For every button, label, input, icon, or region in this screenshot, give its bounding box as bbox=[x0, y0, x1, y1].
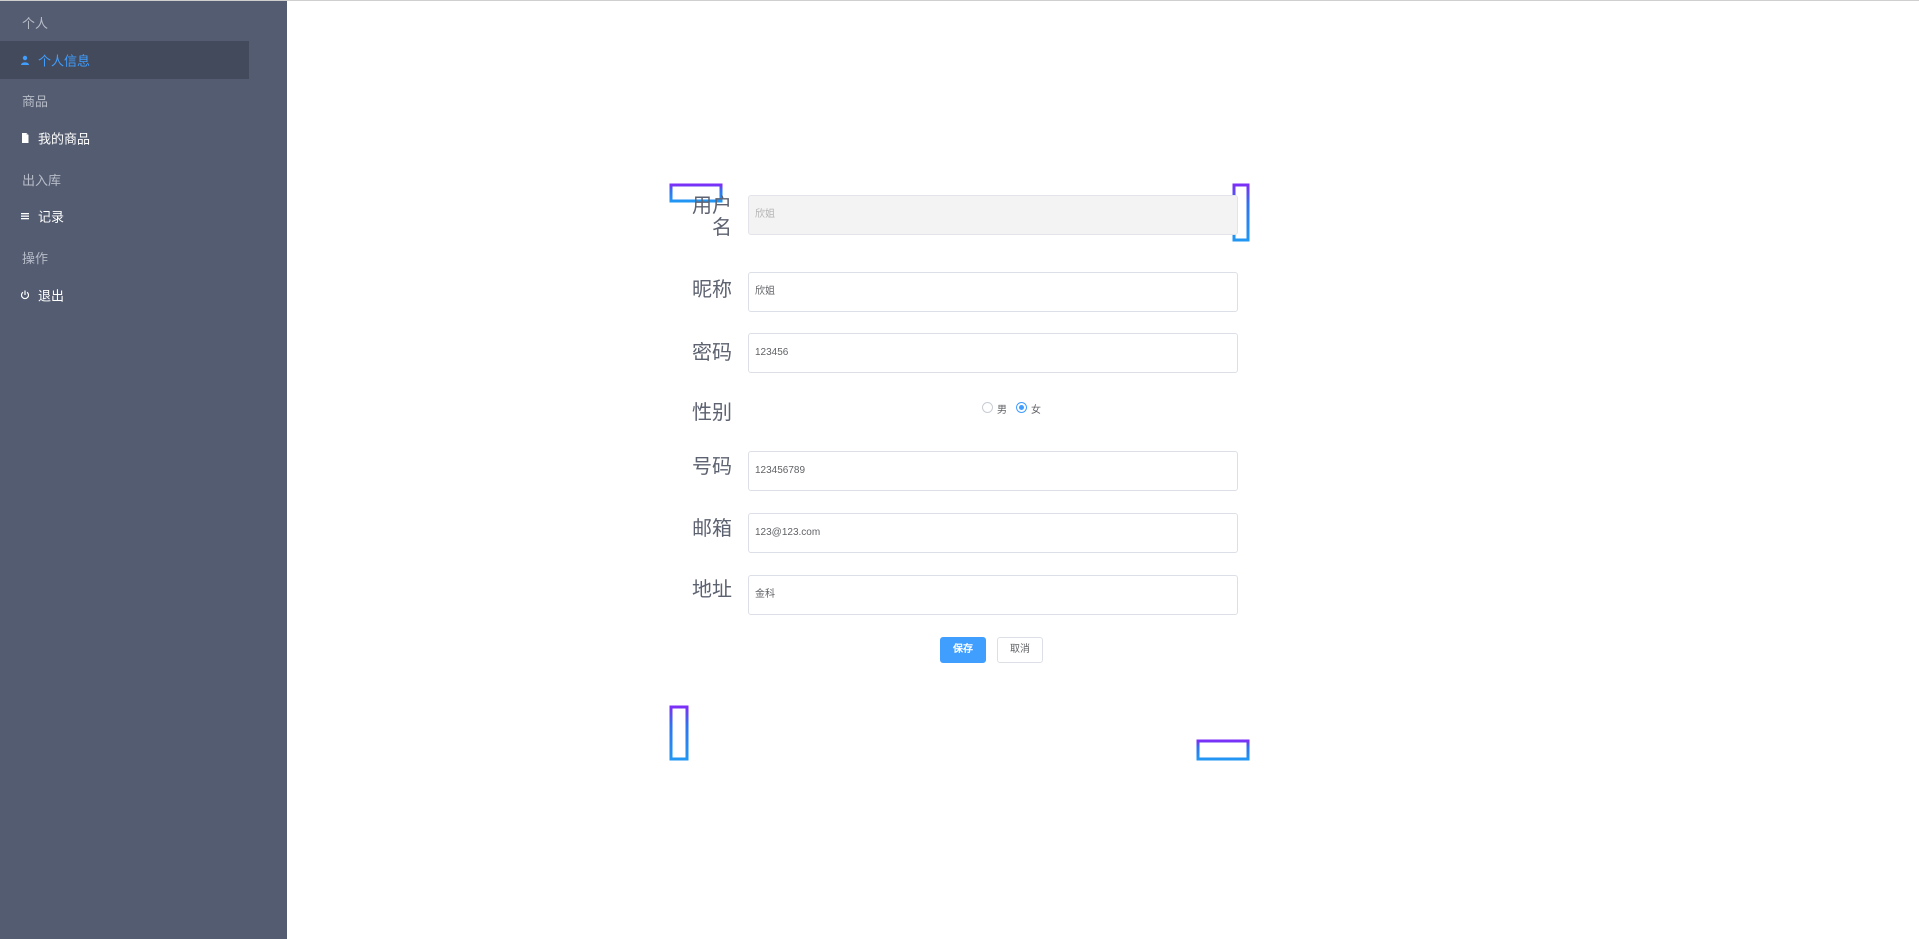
gender-row: 性别 男 女 bbox=[692, 398, 1242, 428]
cancel-button[interactable]: 取消 bbox=[997, 637, 1043, 663]
radio-label: 女 bbox=[1031, 405, 1041, 416]
nickname-row: 昵称 欣姐 bbox=[692, 272, 1242, 312]
sidebar: 个人 个人信息 商品 我的商品 出入库 记录 操作 退出 bbox=[0, 1, 287, 939]
sidebar-group-goods: 商品 bbox=[22, 94, 49, 109]
sidebar-item-logout[interactable]: 退出 bbox=[0, 276, 249, 314]
user-icon bbox=[21, 55, 29, 65]
sidebar-group-personal: 个人 bbox=[22, 16, 49, 31]
address-label: 地址 bbox=[692, 579, 732, 601]
email-input[interactable]: 123@123.com bbox=[748, 513, 1238, 553]
sidebar-group-actions: 操作 bbox=[22, 251, 49, 266]
sidebar-item-label: 个人信息 bbox=[38, 53, 91, 69]
gender-label: 性别 bbox=[692, 402, 732, 424]
profile-form-card: 用户名 欣姐 昵称 欣姐 密码 123456 性别 男 女 号码 1234567… bbox=[668, 180, 1250, 762]
email-label: 邮箱 bbox=[692, 518, 732, 540]
username-input[interactable]: 欣姐 bbox=[748, 195, 1238, 235]
nickname-label: 昵称 bbox=[692, 279, 732, 301]
radio-label: 男 bbox=[997, 405, 1007, 416]
sidebar-item-profile[interactable]: 个人信息 bbox=[0, 41, 249, 79]
radio-circle bbox=[1016, 402, 1027, 413]
document-icon bbox=[22, 133, 29, 143]
phone-input[interactable]: 123456789 bbox=[748, 451, 1238, 491]
sidebar-item-records[interactable]: 记录 bbox=[0, 197, 249, 235]
username-row: 用户名 欣姐 bbox=[692, 195, 1242, 240]
save-button[interactable]: 保存 bbox=[940, 637, 986, 663]
username-label: 用户名 bbox=[692, 195, 732, 239]
top-border bbox=[0, 0, 1919, 1]
nickname-input[interactable]: 欣姐 bbox=[748, 272, 1238, 312]
password-row: 密码 123456 bbox=[692, 333, 1242, 373]
sidebar-item-label: 我的商品 bbox=[38, 131, 91, 147]
address-input[interactable]: 金科 bbox=[748, 575, 1238, 615]
phone-label: 号码 bbox=[692, 456, 732, 478]
sidebar-group-inventory: 出入库 bbox=[22, 173, 62, 188]
sidebar-item-my-goods[interactable]: 我的商品 bbox=[0, 119, 249, 157]
address-row: 地址 金科 bbox=[692, 575, 1242, 615]
sidebar-item-label: 退出 bbox=[38, 288, 65, 304]
phone-row: 号码 123456789 bbox=[692, 451, 1242, 491]
password-label: 密码 bbox=[692, 342, 732, 364]
form-actions: 保存 取消 bbox=[692, 637, 1242, 663]
radio-circle bbox=[982, 402, 993, 413]
password-input[interactable]: 123456 bbox=[748, 333, 1238, 373]
power-icon bbox=[20, 290, 30, 300]
sidebar-item-label: 记录 bbox=[38, 209, 65, 225]
list-icon bbox=[21, 213, 29, 220]
email-row: 邮箱 123@123.com bbox=[692, 513, 1242, 553]
